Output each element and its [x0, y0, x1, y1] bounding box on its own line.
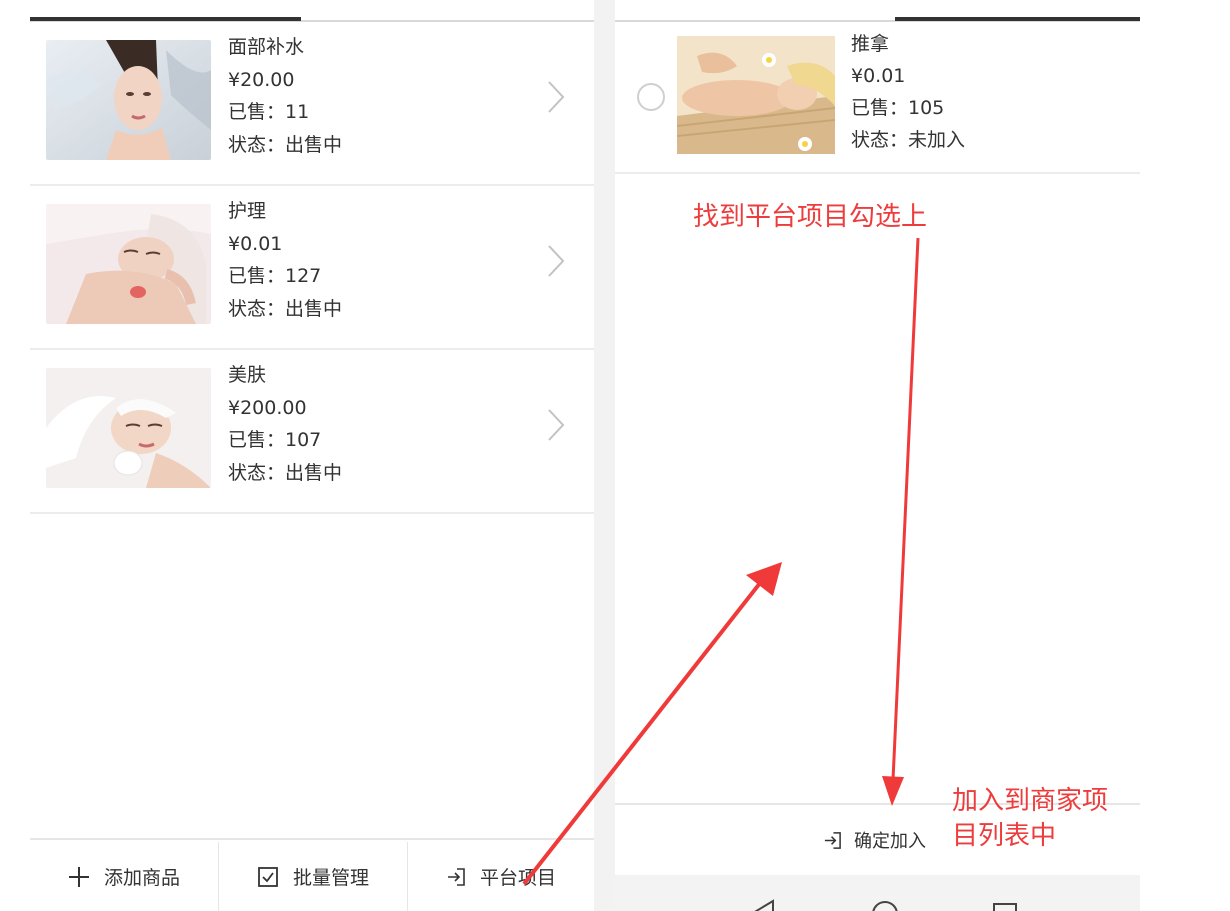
platform-items-panel: 推拿 ¥0.01 已售：105 状态：未加入 确定加入 [615, 0, 1140, 911]
product-name: 推拿 [851, 33, 890, 55]
chevron-right-icon [548, 245, 565, 277]
product-sold-count: 已售：127 [228, 265, 322, 287]
product-name: 护理 [228, 200, 267, 222]
product-price: ¥0.01 [228, 232, 283, 255]
product-thumbnail-face-care [46, 204, 211, 324]
product-row-face-hydration[interactable]: 面部补水 ¥20.00 已售：11 状态：出售中 [30, 22, 594, 186]
product-info: 面部补水 ¥20.00 已售：11 状态：出售中 [228, 31, 342, 161]
plus-icon [68, 866, 90, 888]
product-row-face-care[interactable]: 护理 ¥0.01 已售：127 状态：出售中 [30, 186, 594, 350]
home-circle-icon[interactable] [870, 899, 900, 911]
product-sold-count: 已售：11 [228, 101, 310, 123]
product-price: ¥0.01 [851, 65, 906, 87]
platform-item-row-massage[interactable]: 推拿 ¥0.01 已售：105 状态：未加入 [615, 22, 1140, 174]
checkbox-icon [257, 866, 279, 888]
product-thumbnail-skin-beauty [46, 368, 211, 488]
product-row-skin-beauty[interactable]: 美肤 ¥200.00 已售：107 状态：出售中 [30, 350, 594, 514]
add-product-label: 添加商品 [103, 867, 180, 889]
select-radio[interactable] [637, 83, 665, 111]
bottom-toolbar: 添加商品 批量管理 平台项目 [30, 838, 594, 911]
product-name: 美肤 [228, 364, 267, 386]
panel-divider [594, 0, 615, 911]
product-name: 面部补水 [228, 36, 305, 58]
batch-manage-label: 批量管理 [292, 867, 369, 889]
enter-icon [823, 831, 842, 850]
product-thumbnail-face-hydration [46, 40, 211, 160]
annotation-add-to-list-2: 目列表中 [952, 821, 1057, 851]
product-status: 状态：出售中 [228, 133, 343, 156]
annotation-add-to-list-1: 加入到商家项 [952, 786, 1109, 816]
batch-manage-button[interactable]: 批量管理 [219, 840, 407, 911]
product-info: 美肤 ¥200.00 已售：107 状态：出售中 [228, 359, 342, 489]
platform-items-label: 平台项目 [479, 867, 556, 889]
platform-items-button[interactable]: 平台项目 [408, 840, 594, 911]
confirm-add-button[interactable]: 确定加入 [823, 805, 926, 875]
product-price: ¥200.00 [228, 396, 307, 419]
annotation-find-select: 找到平台项目勾选上 [693, 202, 928, 232]
add-product-button[interactable]: 添加商品 [30, 840, 218, 911]
android-nav-bar [615, 875, 1140, 911]
product-sold-count: 已售：107 [228, 429, 322, 451]
active-tab-indicator [895, 17, 1140, 21]
confirm-add-label: 确定加入 [854, 831, 926, 852]
product-info: 推拿 ¥0.01 已售：105 状态：未加入 [851, 28, 965, 156]
product-status: 状态：未加入 [851, 129, 966, 151]
product-sold-count: 已售：105 [851, 97, 945, 119]
enter-icon [446, 867, 466, 887]
product-info: 护理 ¥0.01 已售：127 状态：出售中 [228, 195, 342, 325]
active-tab-indicator [30, 17, 301, 21]
product-status: 状态：出售中 [228, 297, 343, 320]
recents-square-icon[interactable] [991, 901, 1019, 911]
back-triangle-icon[interactable] [749, 897, 779, 911]
chevron-right-icon [548, 409, 565, 441]
merchant-products-panel: 面部补水 ¥20.00 已售：11 状态：出售中 护理 ¥0.01 已售：127… [30, 0, 594, 911]
product-price: ¥20.00 [228, 68, 295, 91]
chevron-right-icon [548, 81, 565, 113]
product-status: 状态：出售中 [228, 461, 343, 484]
product-thumbnail-massage [677, 36, 835, 154]
